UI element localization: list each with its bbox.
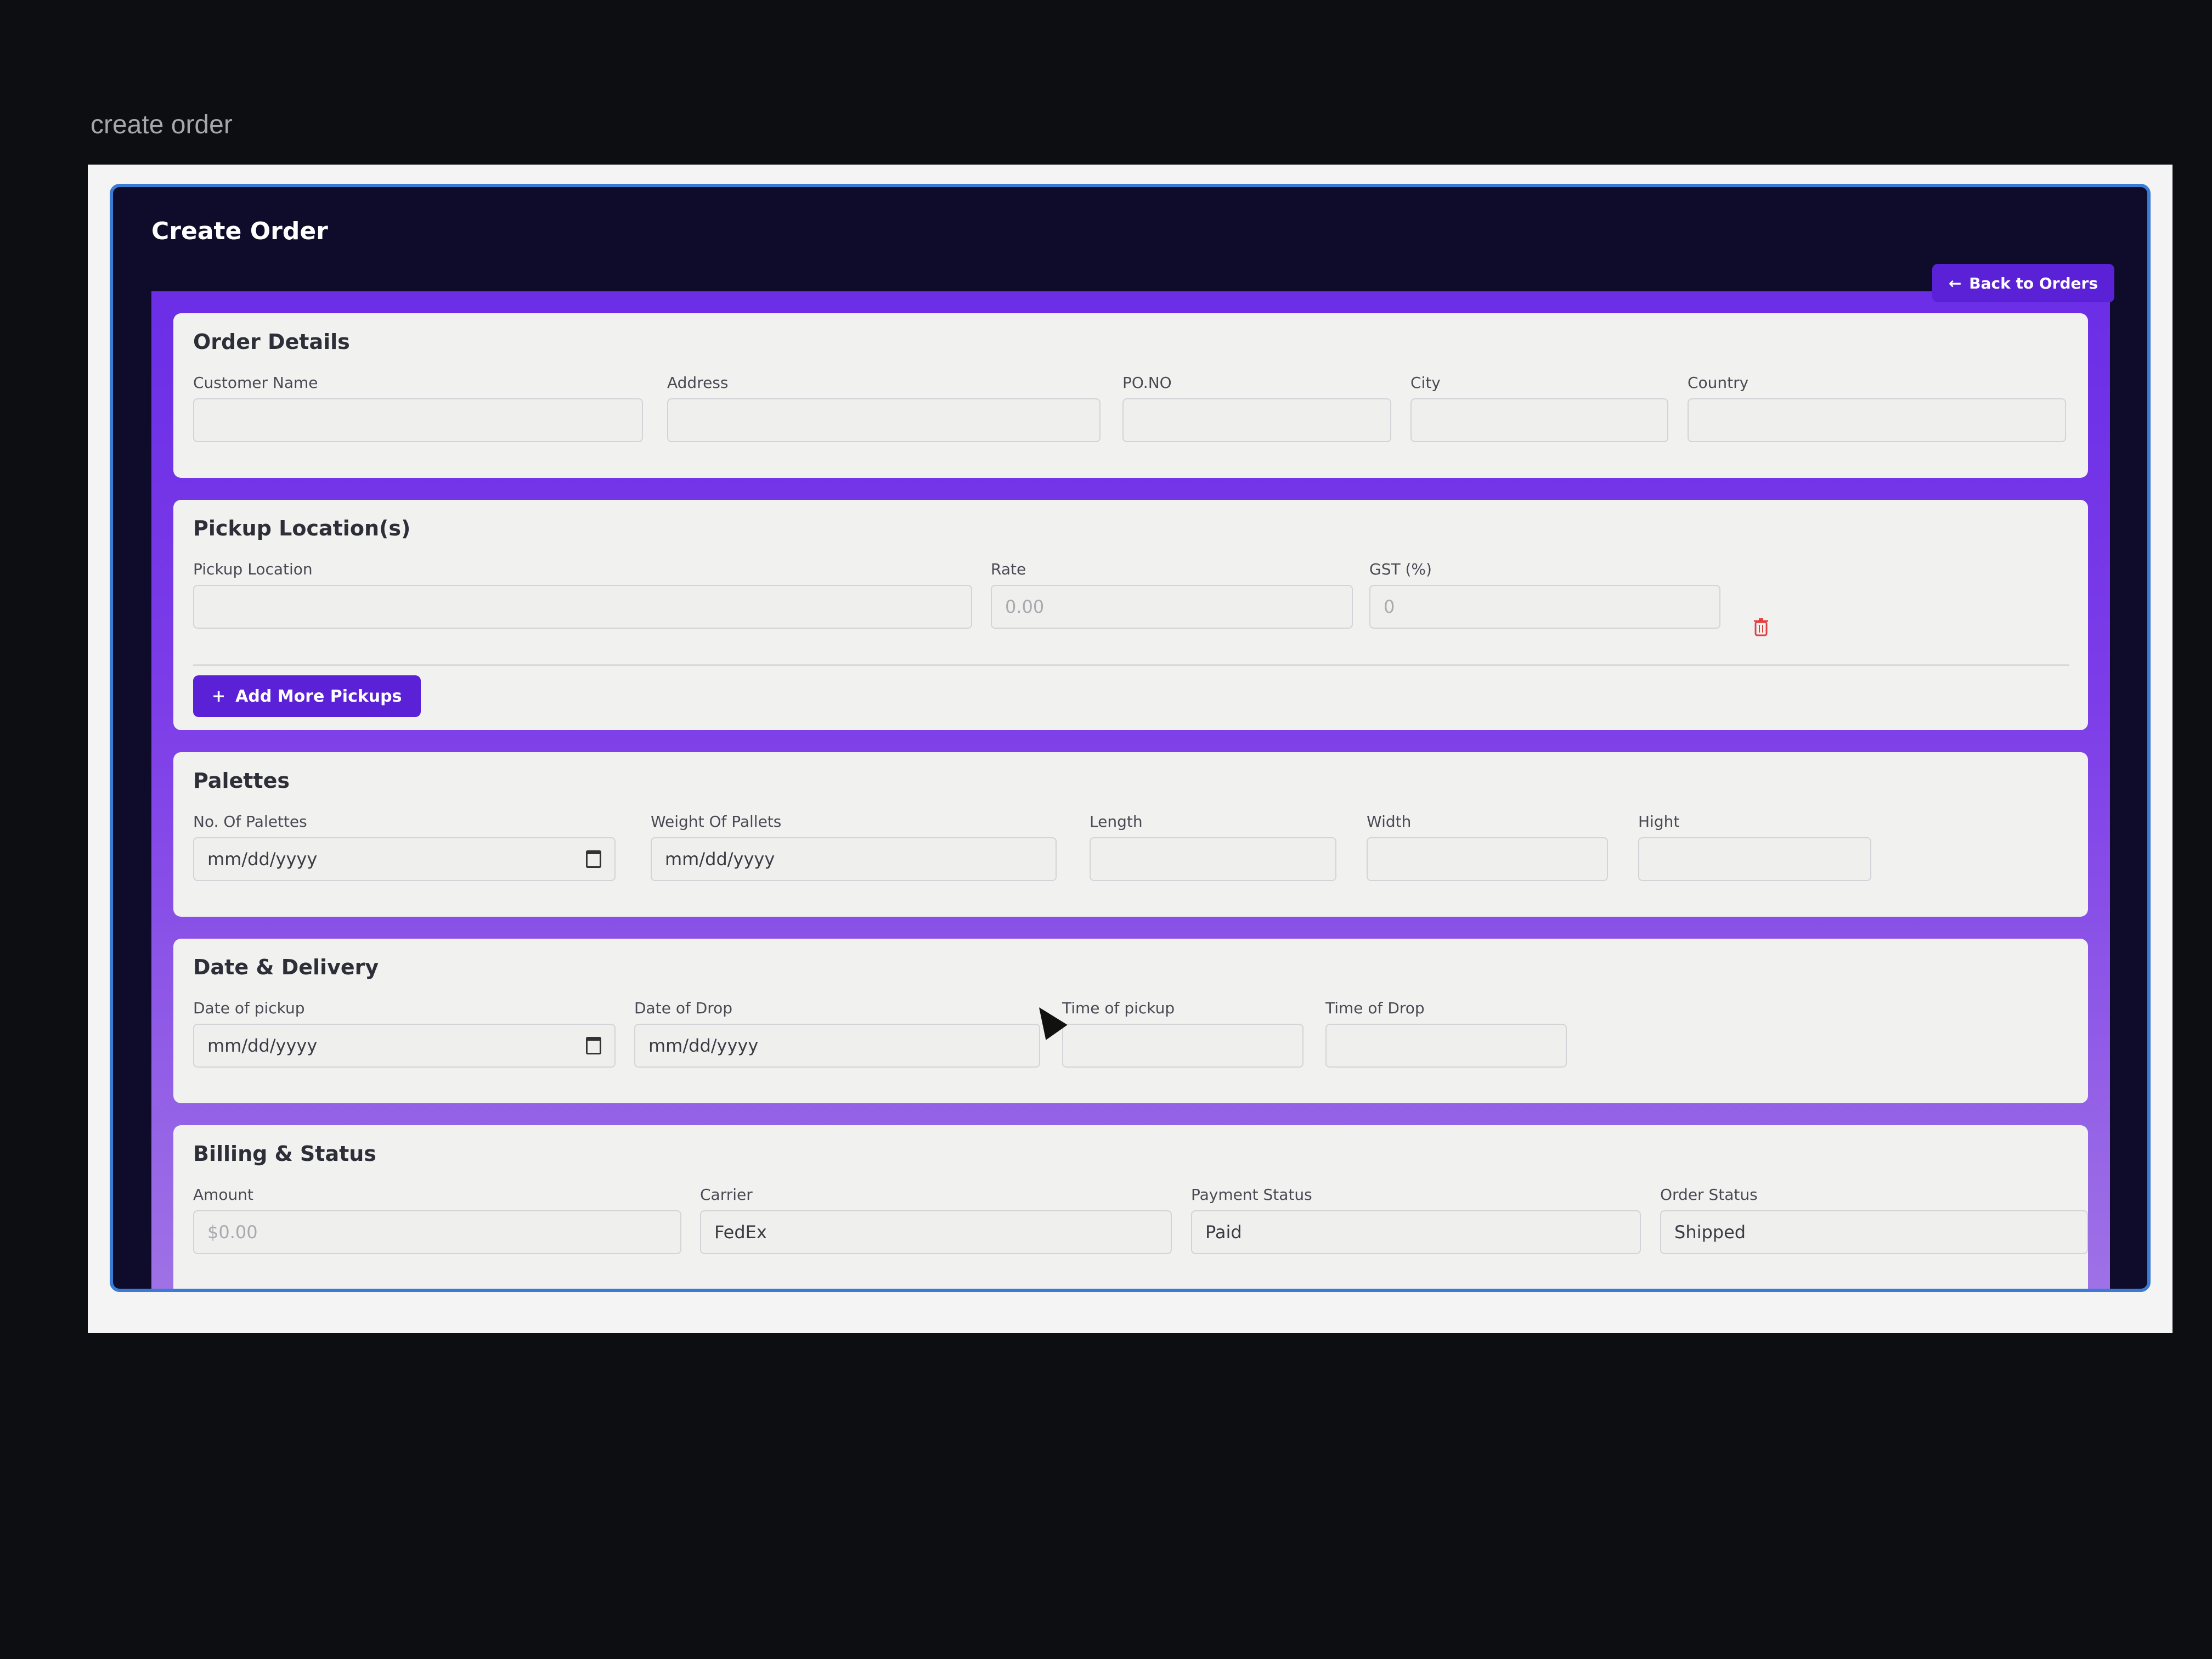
amount-field: Amount $0.00 (193, 1186, 681, 1254)
page-title: Create Order (151, 217, 328, 245)
pickup-divider (193, 664, 2069, 666)
height-field: Hight (1638, 812, 1871, 881)
back-to-orders-button[interactable]: ← Back to Orders (1932, 264, 2114, 302)
carrier-label: Carrier (700, 1186, 753, 1204)
height-input[interactable] (1638, 837, 1871, 881)
pickup-time-input[interactable] (1062, 1024, 1304, 1068)
calendar-icon[interactable] (586, 850, 601, 868)
country-field: Country (1688, 374, 2066, 442)
palettes-count-field: No. Of Palettes mm/dd/yyyy (193, 812, 616, 881)
carrier-select[interactable]: FedEx (700, 1210, 1172, 1254)
pallet-weight-input[interactable]: mm/dd/yyyy (651, 837, 1057, 881)
billing-status-title: Billing & Status (193, 1142, 376, 1166)
customer-name-input[interactable] (193, 398, 643, 442)
drop-date-input[interactable]: mm/dd/yyyy (634, 1024, 1040, 1068)
drop-time-input[interactable] (1325, 1024, 1567, 1068)
back-to-orders-label: Back to Orders (1969, 274, 2098, 292)
palettes-card: Palettes No. Of Palettes mm/dd/yyyy Weig… (173, 752, 2088, 917)
palettes-title: Palettes (193, 769, 290, 793)
pickup-location-input[interactable] (193, 585, 972, 629)
width-label: Width (1367, 812, 1412, 831)
length-label: Length (1090, 812, 1143, 831)
po-no-label: PO.NO (1122, 374, 1172, 392)
city-input[interactable] (1410, 398, 1668, 442)
order-details-card: Order Details Customer Name Address PO.N… (173, 313, 2088, 478)
pallet-weight-label: Weight Of Pallets (651, 812, 782, 831)
gst-label: GST (%) (1369, 560, 1432, 578)
rate-input[interactable]: 0.00 (991, 585, 1353, 629)
width-field: Width (1367, 812, 1608, 881)
date-delivery-card: Date & Delivery Date of pickup mm/dd/yyy… (173, 939, 2088, 1103)
po-no-field: PO.NO (1122, 374, 1391, 442)
screen-caption: create order (91, 110, 233, 139)
height-label: Hight (1638, 812, 1680, 831)
billing-status-card: Billing & Status Amount $0.00 Carrier Fe… (173, 1125, 2088, 1289)
customer-name-field: Customer Name (193, 374, 643, 442)
pickup-date-label: Date of pickup (193, 999, 305, 1017)
palettes-count-value: mm/dd/yyyy (207, 849, 318, 870)
pickup-location-field: Pickup Location (193, 560, 972, 629)
rate-field: Rate 0.00 (991, 560, 1353, 629)
payment-status-select[interactable]: Paid (1191, 1210, 1641, 1254)
gst-field: GST (%) 0 (1369, 560, 1720, 629)
carrier-field: Carrier FedEx (700, 1186, 1172, 1254)
country-label: Country (1688, 374, 1749, 392)
form-background: Order Details Customer Name Address PO.N… (151, 291, 2110, 1289)
city-field: City (1410, 374, 1668, 442)
date-delivery-title: Date & Delivery (193, 955, 379, 979)
rate-label: Rate (991, 560, 1026, 578)
country-input[interactable] (1688, 398, 2066, 442)
plus-icon: + (212, 686, 226, 706)
pickup-date-field: Date of pickup mm/dd/yyyy (193, 999, 616, 1068)
drop-date-label: Date of Drop (634, 999, 733, 1017)
width-input[interactable] (1367, 837, 1608, 881)
gst-input[interactable]: 0 (1369, 585, 1720, 629)
city-label: City (1410, 374, 1441, 392)
drop-time-label: Time of Drop (1325, 999, 1425, 1017)
trash-icon[interactable] (1753, 618, 1769, 636)
calendar-icon[interactable] (586, 1037, 601, 1054)
pickup-location-label: Pickup Location (193, 560, 313, 578)
drop-date-field: Date of Drop mm/dd/yyyy (634, 999, 1040, 1068)
add-more-pickups-label: Add More Pickups (235, 686, 402, 706)
pallet-weight-field: Weight Of Pallets mm/dd/yyyy (651, 812, 1057, 881)
pickup-locations-card: Pickup Location(s) Pickup Location Rate … (173, 500, 2088, 730)
arrow-left-icon: ← (1948, 274, 1962, 292)
palettes-count-input[interactable]: mm/dd/yyyy (193, 837, 616, 881)
order-status-select[interactable]: Shipped (1660, 1210, 2088, 1254)
pickup-time-label: Time of pickup (1062, 999, 1175, 1017)
payment-status-label: Payment Status (1191, 1186, 1312, 1204)
amount-input[interactable]: $0.00 (193, 1210, 681, 1254)
customer-name-label: Customer Name (193, 374, 318, 392)
pickup-date-value: mm/dd/yyyy (207, 1035, 318, 1056)
order-details-title: Order Details (193, 330, 350, 354)
address-label: Address (667, 374, 729, 392)
po-no-input[interactable] (1122, 398, 1391, 442)
pickup-date-input[interactable]: mm/dd/yyyy (193, 1024, 616, 1068)
create-order-app: Create Order Order Details Customer Name… (110, 184, 2151, 1292)
add-more-pickups-button[interactable]: + Add More Pickups (193, 675, 421, 717)
palettes-count-label: No. Of Palettes (193, 812, 307, 831)
address-field: Address (667, 374, 1101, 442)
order-status-label: Order Status (1660, 1186, 1758, 1204)
amount-label: Amount (193, 1186, 254, 1204)
pickup-time-field: Time of pickup (1062, 999, 1304, 1068)
drop-time-field: Time of Drop (1325, 999, 1567, 1068)
length-field: Length (1090, 812, 1336, 881)
order-status-field: Order Status Shipped (1660, 1186, 2088, 1254)
pickup-locations-title: Pickup Location(s) (193, 516, 411, 540)
payment-status-field: Payment Status Paid (1191, 1186, 1641, 1254)
length-input[interactable] (1090, 837, 1336, 881)
address-input[interactable] (667, 398, 1101, 442)
